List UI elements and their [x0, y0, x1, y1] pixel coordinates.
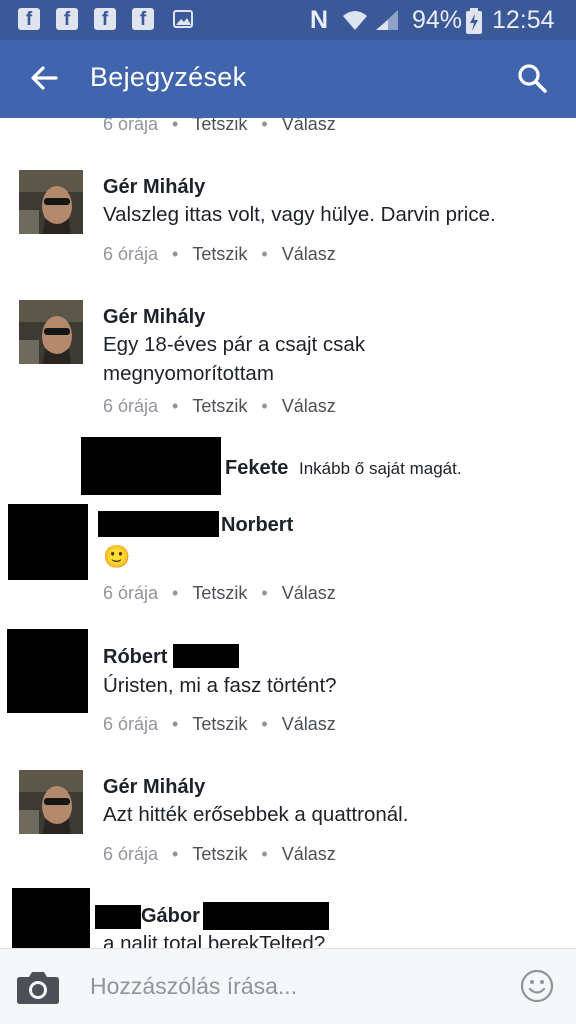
comment-time: 6 órája — [103, 396, 159, 416]
reply-link[interactable]: Válasz — [282, 844, 336, 864]
comment-author[interactable]: Norbert — [221, 514, 293, 537]
reply-link[interactable]: Válasz — [282, 118, 336, 134]
comment-author[interactable]: Gér Mihály — [103, 176, 205, 199]
comment-meta: 6 órája • Tetszik • Válasz — [103, 583, 336, 603]
comment-meta: 6 órája • Tetszik • Válasz — [103, 244, 336, 264]
comment-composer: Hozzászólás írása... — [0, 948, 576, 1024]
comment-meta: 6 órája • Tetszik • Válasz — [103, 118, 336, 135]
avatar[interactable] — [19, 170, 83, 234]
comment-meta: 6 órája • Tetszik • Válasz — [103, 396, 336, 416]
like-link[interactable]: Tetszik — [192, 244, 247, 264]
comment-author[interactable]: Gér Mihály — [103, 306, 205, 329]
facebook-notification-icon: f — [56, 8, 78, 30]
signal-icon — [376, 10, 398, 30]
like-link[interactable]: Tetszik — [192, 714, 247, 734]
comment-text: Úristen, mi a fasz történt? — [103, 674, 337, 697]
comment-time: 6 órája — [103, 714, 159, 734]
facebook-notification-icon: f — [132, 8, 154, 30]
reply-link[interactable]: Válasz — [282, 583, 336, 603]
comment-author[interactable]: Róbert — [103, 646, 167, 669]
status-bar: f f f f N 94% 12:54 — [0, 0, 576, 40]
redacted-avatar-and-name — [81, 437, 221, 495]
comment-time: 6 órája — [103, 118, 159, 134]
reply-author[interactable]: Fekete — [225, 457, 288, 480]
comment-text: a nalit total berekTelted? — [103, 932, 326, 948]
battery-icon — [466, 8, 482, 34]
reply-link[interactable]: Válasz — [282, 244, 336, 264]
battery-percent: 94% — [412, 6, 463, 34]
like-link[interactable]: Tetszik — [192, 118, 247, 134]
image-notification-icon — [173, 10, 193, 28]
comment-meta: 6 órája • Tetszik • Válasz — [103, 714, 336, 734]
comment-text: Azt hitték erősebbek a quattronál. — [103, 803, 409, 826]
comment-text: Valszleg ittas volt, vagy hülye. Darvin … — [103, 203, 496, 226]
reply-link[interactable]: Válasz — [282, 396, 336, 416]
avatar[interactable] — [19, 300, 83, 364]
comment-author[interactable]: Gér Mihály — [103, 776, 205, 799]
page-title: Bejegyzések — [90, 62, 247, 92]
nfc-icon: N — [310, 6, 329, 34]
comment-author[interactable]: Gábor — [141, 905, 200, 928]
like-link[interactable]: Tetszik — [192, 396, 247, 416]
search-icon[interactable] — [516, 62, 548, 94]
comment-text-line: megnyomorítottam — [103, 362, 274, 385]
redacted-name — [95, 905, 141, 929]
redacted-avatar — [8, 504, 88, 580]
redacted-avatar — [7, 629, 88, 713]
reply-text: Inkább ő saját magát. — [299, 459, 462, 478]
emoji-icon[interactable] — [520, 969, 554, 1003]
redacted-name — [173, 644, 239, 668]
redacted-name — [203, 902, 329, 930]
redacted-name — [98, 511, 219, 537]
back-arrow-icon[interactable] — [28, 62, 60, 94]
reply-link[interactable]: Válasz — [282, 714, 336, 734]
app-bar: Bejegyzések — [0, 40, 576, 118]
facebook-notification-icon: f — [18, 8, 40, 30]
comment-meta: 6 órája • Tetszik • Válasz — [103, 844, 336, 864]
comment-time: 6 órája — [103, 244, 159, 264]
comment-text-line: Egy 18-éves pár a csajt csak — [103, 333, 366, 356]
comment-time: 6 órája — [103, 844, 159, 864]
emoji-smile: 🙂 — [103, 544, 131, 569]
facebook-notification-icon: f — [94, 8, 116, 30]
camera-icon[interactable] — [16, 969, 60, 1005]
avatar[interactable] — [19, 770, 83, 834]
comment-time: 6 órája — [103, 583, 159, 603]
clock: 12:54 — [492, 6, 555, 34]
redacted-avatar — [12, 888, 90, 948]
comment-list[interactable]: 6 órája • Tetszik • Válasz Gér Mihály Valszl… — [0, 118, 576, 948]
like-link[interactable]: Tetszik — [192, 844, 247, 864]
wifi-icon — [343, 11, 367, 30]
like-link[interactable]: Tetszik — [192, 583, 247, 603]
comment-input[interactable]: Hozzászólás írása... — [90, 973, 297, 1000]
